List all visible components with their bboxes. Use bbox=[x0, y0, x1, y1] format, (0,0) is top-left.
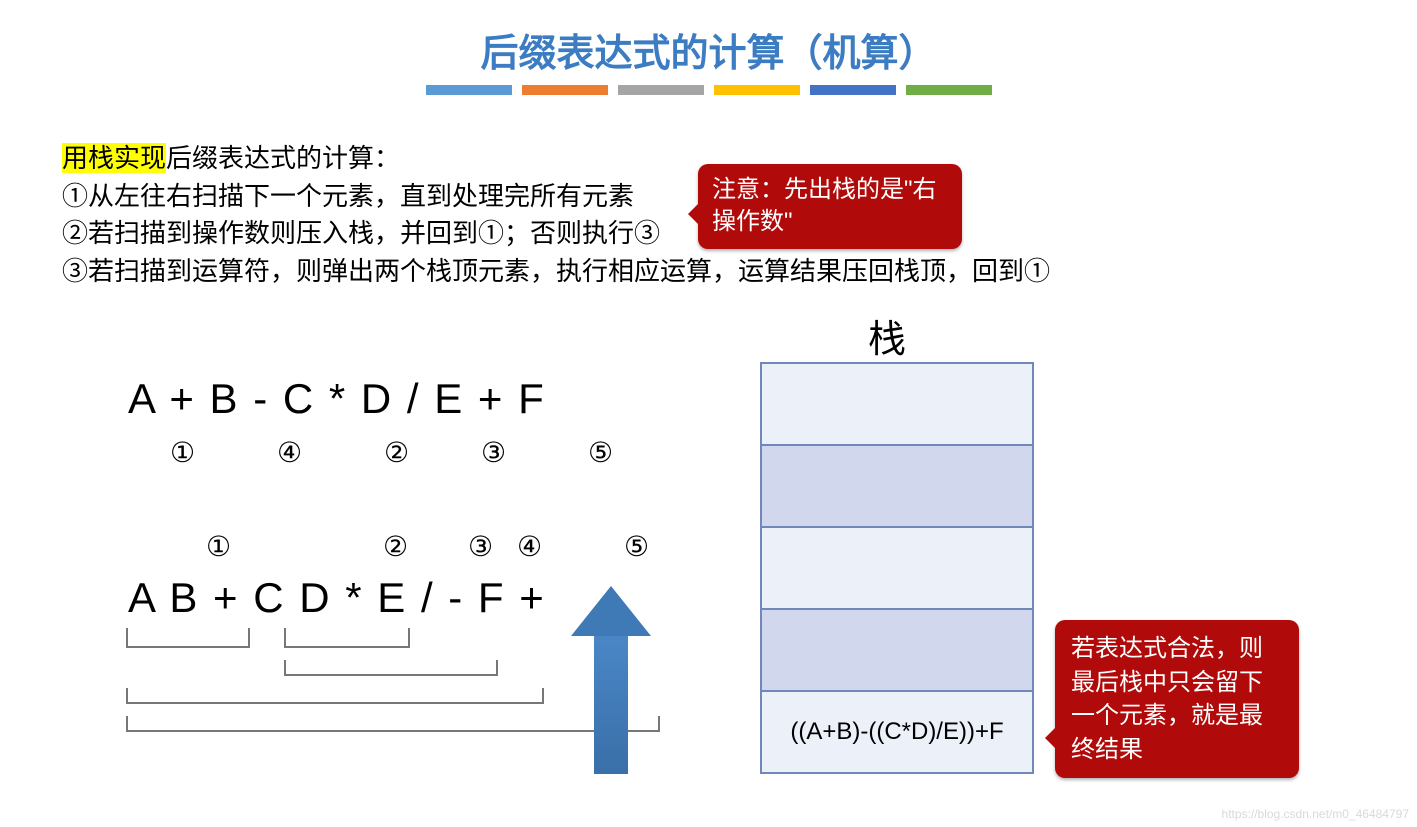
stack-label: 栈 bbox=[868, 308, 906, 363]
bracket-3 bbox=[284, 660, 498, 676]
step-3: ③若扫描到运算符，则弹出两个栈顶元素，执行相应运算，运算结果压回栈顶，回到① bbox=[62, 253, 1050, 291]
infix-expression: A + B - C * D / E + F bbox=[128, 375, 546, 423]
stack-cell bbox=[762, 608, 1032, 690]
postfix-operator-order: ① ② ③ ④ ⑤ bbox=[206, 530, 649, 564]
stack-cell bbox=[762, 362, 1032, 444]
up-arrow-icon bbox=[594, 634, 628, 774]
highlight-text: 用栈实现 bbox=[62, 143, 166, 173]
stack-cell bbox=[762, 444, 1032, 526]
postfix-expression: A B + C D * E / - F + bbox=[128, 574, 546, 622]
stack-cell-result: ((A+B)-((C*D)/E))+F bbox=[762, 690, 1032, 772]
bracket-4 bbox=[126, 688, 544, 704]
stack-cell bbox=[762, 526, 1032, 608]
note-final-result: 若表达式合法，则最后栈中只会留下一个元素，就是最终结果 bbox=[1055, 620, 1299, 778]
bracket-1 bbox=[126, 628, 250, 648]
title-underline-bars bbox=[0, 85, 1417, 95]
bracket-5 bbox=[126, 716, 660, 732]
infix-operator-order: ① ④ ② ③ ⑤ bbox=[170, 436, 615, 470]
stack-visual: ((A+B)-((C*D)/E))+F bbox=[760, 362, 1034, 774]
bracket-2 bbox=[284, 628, 410, 648]
intro-rest: 后缀表达式的计算： bbox=[166, 143, 400, 173]
page-title: 后缀表达式的计算（机算） bbox=[0, 22, 1417, 77]
note-right-operand: 注意：先出栈的是"右操作数" bbox=[698, 164, 962, 249]
watermark: https://blog.csdn.net/m0_46484797 bbox=[1222, 807, 1409, 821]
